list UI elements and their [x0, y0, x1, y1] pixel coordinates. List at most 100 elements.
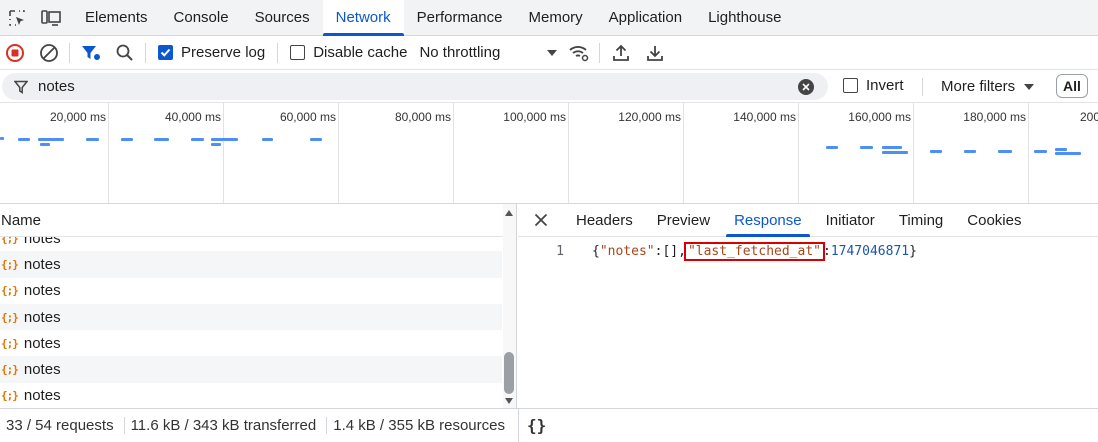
tab-memory[interactable]: Memory [516, 0, 596, 35]
line-number: 1 [556, 244, 564, 259]
disable-cache-label: Disable cache [313, 44, 408, 61]
throttling-value: No throttling [419, 44, 501, 61]
tab-cookies[interactable]: Cookies [955, 204, 1033, 236]
name-column-header[interactable]: Name [0, 204, 516, 237]
timeline-gridline [1028, 103, 1029, 203]
timeline-request-bar [18, 138, 30, 141]
timeline-request-bar [0, 137, 4, 140]
preserve-log-checkbox[interactable]: Preserve log [158, 44, 265, 61]
close-detail-button[interactable] [518, 204, 564, 236]
timeline-request-bar [1055, 148, 1067, 151]
device-toolbar-button[interactable] [34, 0, 68, 35]
tab-response[interactable]: Response [722, 204, 814, 237]
download-icon [647, 45, 664, 61]
tab-performance[interactable]: Performance [404, 0, 516, 35]
filter-toggle-button[interactable] [77, 39, 105, 67]
device-icon [41, 9, 61, 26]
pretty-print-button[interactable]: {} [518, 409, 1098, 442]
timeline-request-bar [154, 138, 169, 141]
tab-network[interactable]: Network [322, 0, 404, 36]
timeline-request-bar [860, 146, 873, 149]
request-row[interactable]: {;} notes [0, 251, 502, 278]
tab-console[interactable]: Console [161, 0, 242, 35]
scroll-up-arrow-icon[interactable] [505, 210, 513, 216]
search-button[interactable] [111, 39, 139, 67]
invert-label: Invert [866, 77, 904, 94]
devtools-tabbar: Elements Console Sources Network Perform… [0, 0, 1098, 36]
invert-checkbox[interactable]: Invert [843, 77, 904, 94]
transferred-size: 11.6 kB / 343 kB transferred [123, 417, 327, 434]
import-har-button[interactable] [607, 39, 635, 67]
timeline-gridline [338, 103, 339, 203]
scrollbar-thumb[interactable] [504, 352, 514, 394]
timeline-request-bar [211, 138, 238, 141]
json-brace-close: } [909, 244, 917, 259]
request-name: notes [23, 237, 61, 247]
request-row[interactable]: {;} notes [0, 382, 502, 408]
tab-preview[interactable]: Preview [645, 204, 722, 236]
timeline-gridline [683, 103, 684, 203]
stop-recording-button[interactable] [1, 39, 29, 67]
timeline-request-bar [826, 146, 838, 149]
timeline-request-bar [310, 138, 322, 141]
name-column-label: Name [1, 211, 42, 229]
timeline-request-bar [964, 150, 976, 153]
timeline-request-bar [1055, 152, 1081, 155]
timeline-tick-label: 140,000 ms [733, 110, 796, 124]
close-icon [534, 213, 548, 227]
request-name: notes [23, 255, 61, 273]
tab-application[interactable]: Application [596, 0, 695, 35]
scroll-down-arrow-icon[interactable] [505, 398, 513, 404]
checkbox-unchecked-icon [843, 78, 858, 93]
throttling-select[interactable]: No throttling [419, 44, 558, 61]
toolbar-divider [145, 42, 146, 63]
timeline-request-bar [38, 138, 64, 141]
inspect-cursor-icon [9, 9, 25, 26]
request-row[interactable]: {;} notes [0, 237, 502, 252]
timeline-request-bar [211, 143, 221, 146]
response-body[interactable]: 1 {"notes":[], "last_fetched_at":17470468… [518, 242, 917, 261]
timeline-gridline [223, 103, 224, 203]
dropdown-arrow-icon [547, 49, 558, 56]
request-row[interactable]: {;} notes [0, 330, 502, 357]
clear-filter-icon[interactable] [798, 79, 814, 99]
tab-sources[interactable]: Sources [242, 0, 323, 35]
tab-initiator[interactable]: Initiator [814, 204, 887, 236]
clear-button[interactable] [35, 39, 63, 67]
json-separator: :[], [654, 244, 686, 259]
filter-all-button[interactable]: All [1056, 74, 1088, 98]
network-toolbar: Preserve log Disable cache No throttling [0, 36, 1098, 70]
disable-cache-checkbox[interactable]: Disable cache [290, 44, 407, 61]
json-file-icon: {;} [1, 310, 19, 324]
timeline-overview[interactable]: 20,000 ms 40,000 ms 60,000 ms 80,000 ms … [0, 103, 1098, 204]
request-name: notes [23, 308, 61, 326]
request-row[interactable]: {;} notes [0, 356, 502, 383]
tab-timing[interactable]: Timing [887, 204, 955, 236]
request-row[interactable]: {;} notes [0, 277, 502, 304]
timeline-tick-label: 120,000 ms [618, 110, 681, 124]
json-key-notes: "notes" [599, 244, 655, 259]
network-conditions-button[interactable] [565, 39, 593, 67]
toolbar-divider [599, 42, 601, 63]
search-icon [116, 44, 133, 61]
request-name: notes [23, 282, 61, 300]
timeline-tick-label: 180,000 ms [963, 110, 1026, 124]
json-file-icon: {;} [1, 336, 19, 350]
more-filters-dropdown[interactable]: More filters [941, 78, 1035, 95]
tab-elements[interactable]: Elements [72, 0, 161, 35]
tab-headers[interactable]: Headers [564, 204, 645, 236]
request-row[interactable]: {;} notes [0, 303, 502, 331]
toolbar-divider [69, 42, 70, 63]
inspect-element-button[interactable] [0, 0, 34, 35]
json-file-icon: {;} [1, 237, 19, 245]
json-file-icon: {;} [1, 284, 19, 298]
filter-divider [922, 78, 923, 96]
tab-lighthouse[interactable]: Lighthouse [695, 0, 794, 35]
json-file-icon: {;} [1, 257, 19, 271]
timeline-gridline [913, 103, 914, 203]
preserve-log-label: Preserve log [181, 44, 266, 61]
detail-tabs: Headers Preview Response Initiator Timin… [518, 204, 1098, 237]
export-har-button[interactable] [641, 39, 669, 67]
filter-input[interactable]: notes [2, 73, 828, 100]
request-list-pane: Name {;} notes {;} notes {;} notes {;} n… [0, 204, 517, 408]
